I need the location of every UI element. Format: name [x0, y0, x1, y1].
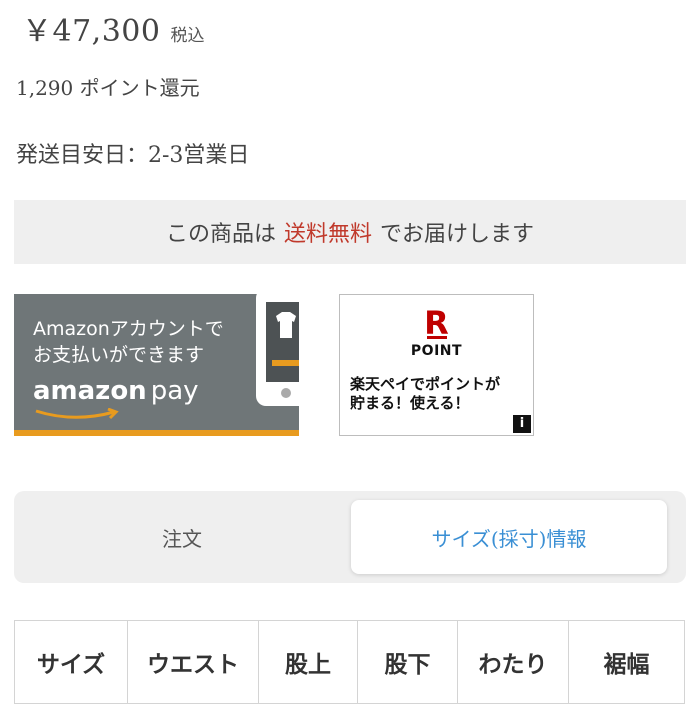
tab-size-info[interactable]: サイズ(採寸)情報	[351, 500, 667, 574]
size-table: サイズ ウエスト 股上 股下 わたり 裾幅	[14, 620, 685, 704]
points-text: 1,290 ポイント還元	[16, 76, 200, 100]
price-amount: ￥47,300	[22, 14, 161, 49]
tab-order[interactable]: 注文	[14, 491, 350, 583]
tax-label: 税込	[170, 26, 205, 46]
amazon-smile-icon	[35, 408, 119, 420]
amazon-logo-text: amazon	[33, 376, 147, 406]
rakuten-catch-line2: 貯まる！使える！	[350, 394, 470, 412]
rakuten-point-label: POINT	[410, 343, 463, 359]
shipping-estimate: 発送目安日：2-3営業日	[16, 143, 250, 168]
free-shipping-prefix: この商品は	[165, 222, 276, 247]
rakuten-catch-copy: 楽天ペイでポイントが 貯まる！使える！	[350, 375, 500, 413]
inseam-column-header: 股下	[357, 620, 458, 704]
tshirt-icon	[272, 312, 299, 366]
rise-column-header: 股上	[258, 620, 358, 704]
size-table-header-row: サイズ ウエスト 股上 股下 わたり 裾幅	[14, 620, 685, 704]
rakuten-r-logo: R	[424, 304, 449, 342]
thigh-column-header: わたり	[457, 620, 569, 704]
amazon-pay-line2: お支払いができます	[33, 344, 205, 366]
hem-column-header: 裾幅	[568, 620, 685, 704]
tab-bar: 注文 サイズ(採寸)情報	[14, 491, 686, 583]
amazon-pay-logo: amazon pay	[33, 376, 199, 406]
free-shipping-banner: この商品は 送料無料 でお届けします	[14, 200, 686, 264]
amazon-pay-banner[interactable]: Amazonアカウントで お支払いができます amazon pay	[14, 294, 299, 436]
phone-icon	[256, 294, 299, 406]
free-shipping-suffix: でお届けします	[380, 222, 535, 247]
size-column-header: サイズ	[14, 620, 128, 704]
free-shipping-highlight: 送料無料	[283, 222, 372, 247]
amazon-pay-line1: Amazonアカウントで	[33, 318, 224, 340]
rakuten-point-banner[interactable]: R POINT 楽天ペイでポイントが 貯まる！使える！ i	[339, 294, 534, 436]
rakuten-catch-line1: 楽天ペイでポイントが	[350, 375, 501, 393]
pay-logo-text: pay	[150, 376, 199, 406]
price-row: ￥47,300 税込	[22, 6, 204, 50]
waist-column-header: ウエスト	[127, 620, 259, 704]
info-icon[interactable]: i	[513, 415, 531, 433]
